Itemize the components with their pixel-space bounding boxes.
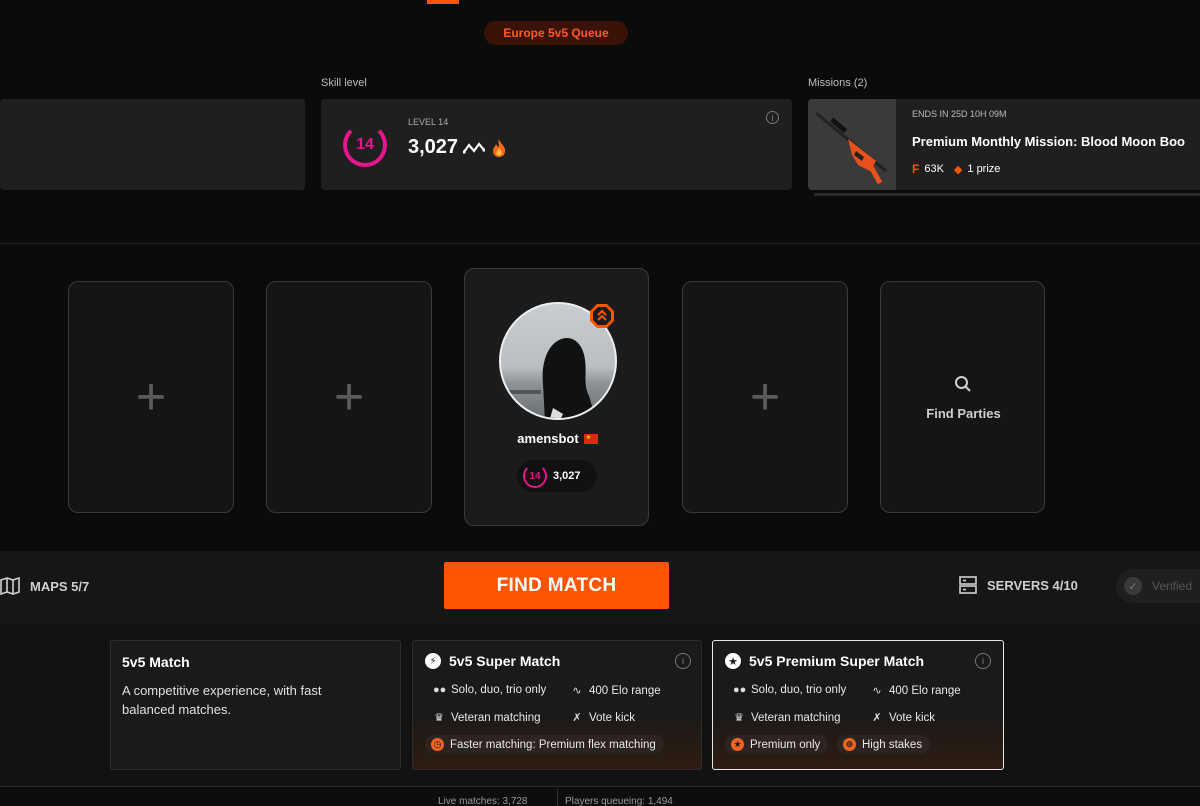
feature-highlight: ◷ Faster matching: Premium flex matching [425,735,664,754]
party-slot-empty[interactable]: + [682,281,848,513]
search-icon [955,376,971,392]
party-leader-icon [589,303,615,329]
find-match-button[interactable]: FIND MATCH [444,562,669,609]
level-label: LEVEL 14 [408,117,449,127]
points-icon: F [912,162,920,176]
mode-description: A competitive experience, with fast bala… [122,683,322,717]
add-player-icon: + [749,368,781,426]
lightning-icon: ⚡︎ [425,653,441,669]
elo-value: 3,027 [408,136,459,158]
star-badge-icon: ★ [725,653,741,669]
info-icon[interactable]: i [766,111,779,124]
players-queueing: Players queueing: 1,494 [565,796,673,806]
group-icon: ●● [733,684,747,696]
find-parties-label: Find Parties [926,406,1001,421]
mode-card-premium-super-match[interactable]: ★ 5v5 Premium Super Match i ●● Solo, duo,… [712,640,1004,770]
info-icon[interactable]: i [975,653,991,669]
mode-card-5v5-match[interactable]: 5v5 Match A competitive experience, with… [110,640,401,770]
mission-prize: 1 prize [967,163,1001,175]
mode-title: 5v5 Super Match [449,653,561,669]
mission-image [808,99,896,190]
mission-ends: ENDS IN 25D 10H 09M [912,109,1007,119]
player-stats-pill: 14 3,027 [517,460,597,492]
feature-elo-range: ∿ 400 Elo range [872,684,961,698]
maps-label: MAPS 5/7 [30,578,90,594]
verified-toggle[interactable]: ✓ Verified [1116,569,1200,603]
mode-title: 5v5 Premium Super Match [749,653,925,669]
mission-rewards: F 63K ◆ 1 prize [912,162,1000,176]
add-player-icon: + [333,368,365,426]
flag-icon: ★ [583,433,598,444]
clock-icon: ◷ [431,738,444,751]
verified-badge-icon: ✓ [1124,577,1142,595]
find-parties-slot[interactable]: Find Parties [880,281,1045,513]
mode-card-super-match[interactable]: ⚡︎ 5v5 Super Match i ●● Solo, duo, trio o… [412,640,702,770]
status-footer: Live matches: 3,728 Players queueing: 1,… [0,786,1200,806]
verified-label: Verified [1152,579,1193,593]
mission-stack-edge [814,193,1200,196]
player-level-badge: 14 [523,464,547,488]
feature-party-size: ●● Solo, duo, trio only [433,684,547,696]
elo-wave-icon: ∿ [572,685,582,697]
feature-premium-only: ★ Premium only [725,735,829,754]
target-icon: ⊕ [843,738,856,751]
feature-vote-kick: ✗ Vote kick [572,711,636,725]
feature-party-size: ●● Solo, duo, trio only [733,684,847,696]
missions-label: Missions (2) [808,77,868,89]
vote-kick-icon: ✗ [872,712,882,724]
crown-icon: ♛ [734,712,744,724]
mission-points: 63K [924,163,944,175]
elo-row: 3,027 [408,136,508,159]
info-icon[interactable]: i [675,653,691,669]
map-icon [0,577,20,595]
player-name-row: amensbot ★ [465,431,650,446]
vote-kick-icon: ✗ [572,712,582,724]
skill-level-label: Skill level [321,77,367,89]
left-info-card [0,99,305,190]
level-badge: 14 [343,123,387,167]
elo-wave-icon: ∿ [872,685,882,697]
maps-button[interactable]: MAPS 5/7 [0,577,89,595]
mode-header: ⚡︎ 5v5 Super Match [425,653,560,669]
feature-veteran: ♛ Veteran matching [434,711,541,725]
section-divider [0,243,1200,244]
servers-label: SERVERS 4/10 [987,577,1078,593]
mode-header: ★ 5v5 Premium Super Match [725,653,924,669]
footer-divider [557,789,558,806]
queue-badge[interactable]: Europe 5v5 Queue [484,21,628,45]
party-slot-empty[interactable]: + [266,281,432,513]
crown-icon: ♛ [434,712,444,724]
feature-veteran: ♛ Veteran matching [734,711,841,725]
mode-title: 5v5 Match [122,654,190,670]
skill-level-card: 14 LEVEL 14 3,027 i [321,99,792,190]
active-tab-indicator [427,0,459,4]
servers-button[interactable]: SERVERS 4/10 [959,576,1078,594]
party-slot-player[interactable]: amensbot ★ 14 3,027 [464,268,649,526]
feature-high-stakes: ⊕ High stakes [837,735,931,754]
group-icon: ●● [433,684,447,696]
feature-vote-kick: ✗ Vote kick [872,711,936,725]
fire-icon [493,138,506,157]
mission-card[interactable]: ENDS IN 25D 10H 09M Premium Monthly Miss… [808,99,1200,190]
add-player-icon: + [135,368,167,426]
player-elo: 3,027 [553,470,581,482]
live-matches: Live matches: 3,728 [438,796,528,806]
star-icon: ★ [731,738,744,751]
mission-title: Premium Monthly Mission: Blood Moon Boo [912,134,1185,149]
prize-tag-icon: ◆ [953,163,963,176]
party-slot-empty[interactable]: + [68,281,234,513]
sniper-rifle-skin-image [815,111,887,185]
feature-elo-range: ∿ 400 Elo range [572,684,661,698]
elo-wave-icon [463,141,486,154]
player-name[interactable]: amensbot [517,431,578,446]
server-icon [959,576,977,594]
